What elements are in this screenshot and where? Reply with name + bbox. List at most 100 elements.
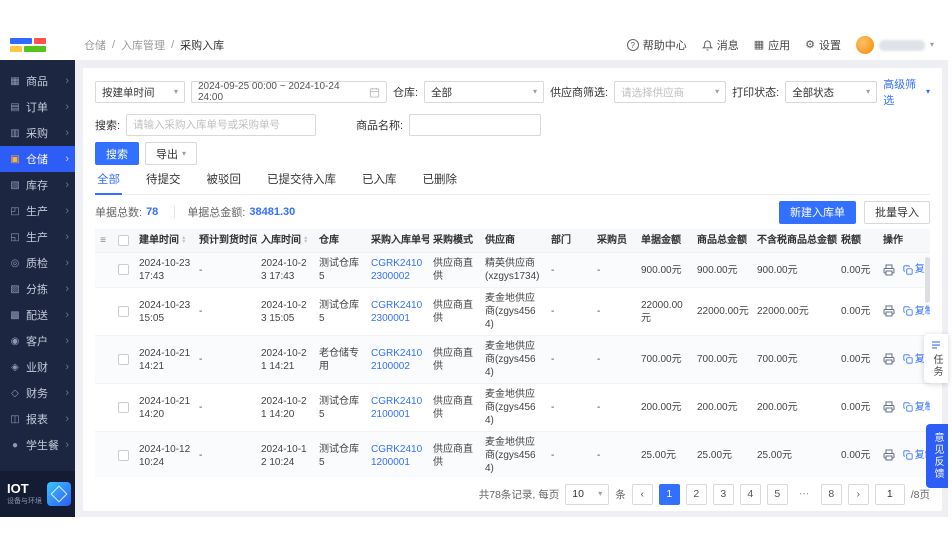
page-button[interactable]: 5 [767,484,788,505]
status-tab[interactable]: 已删除 [421,169,460,194]
page-button[interactable]: 2 [686,484,707,505]
sidebar-item[interactable]: ▣ 仓储 › [0,146,75,172]
sidebar-item[interactable]: ◎ 质检 › [0,250,75,276]
sidebar-item[interactable]: ▩ 配送 › [0,302,75,328]
page-button[interactable]: 4 [740,484,761,505]
copy-icon [903,450,913,460]
cell-warehouse: 老仓储专用 [315,336,367,384]
copy-link[interactable]: 复制 [903,305,930,318]
sidebar-item[interactable]: ▨ 分拣 › [0,276,75,302]
breadcrumb-section[interactable]: 入库管理 [121,37,165,53]
breadcrumb-module[interactable]: 仓储 [84,37,106,53]
column-header-untaxed-total: 不含税商品总金额i [753,229,837,253]
print-status-select[interactable]: 全部状态 ▾ [785,81,877,103]
chevron-right-icon: › [65,257,69,269]
column-settings-icon[interactable]: ≡ [100,235,106,246]
divider [174,206,175,218]
date-range-picker[interactable]: 2024-09-25 00:00 ~ 2024-10-24 24:00 [191,81,387,103]
select-all-checkbox[interactable] [118,235,129,246]
supplier-select[interactable]: 请选择供应商 ▾ [614,81,726,103]
sidebar-item[interactable]: ▧ 库存 › [0,172,75,198]
page-jump-input[interactable] [875,484,905,505]
sidebar-item-icon: ◱ [9,232,21,243]
sidebar-item[interactable]: ▤ 订单 › [0,94,75,120]
order-search-input[interactable] [126,114,316,136]
page-button[interactable]: ⋯ [794,484,815,505]
row-checkbox[interactable] [118,402,129,413]
cell-goods-total: 700.00元 [693,336,753,384]
settings-button[interactable]: ⚙ 设置 [805,37,841,53]
product-name-input[interactable] [409,114,541,136]
cell-untaxed-total: 900.00元 [753,253,837,288]
print-icon[interactable] [883,449,895,461]
search-label: 搜索: [95,117,120,133]
sidebar-item[interactable]: ▦ 商品 › [0,68,75,94]
cell-expected: - [195,432,257,478]
help-center-button[interactable]: ? 帮助中心 [627,37,687,53]
apps-button[interactable]: ▦ 应用 [754,37,790,53]
column-header-created[interactable]: 建单时间▲▼ [135,229,195,253]
table-row: 2024-10-21 14:21 - 2024-10-21 14:21 老仓储专… [95,336,930,384]
sidebar-item[interactable]: ● 学生餐 › [0,432,75,458]
order-number-link[interactable]: CGRK24102300002 [367,253,429,288]
row-checkbox[interactable] [118,306,129,317]
prev-page-button[interactable]: ‹ [632,484,653,505]
cell-warehouse: 测试仓库5 [315,432,367,478]
print-icon[interactable] [883,264,895,276]
advanced-filter-toggle[interactable]: 高级筛选 ▾ [883,76,930,108]
cell-untaxed-total: 22000.00元 [753,288,837,336]
page-button[interactable]: 8 [821,484,842,505]
page-button[interactable]: 1 [659,484,680,505]
messages-button[interactable]: 消息 [702,37,739,53]
row-checkbox[interactable] [118,354,129,365]
warehouse-label: 仓库: [393,84,418,100]
page-size-unit: 条 [615,487,626,502]
user-menu[interactable]: ▾ [856,36,934,54]
status-tab[interactable]: 已入库 [360,169,399,194]
create-inbound-button[interactable]: 新建入库单 [779,201,856,224]
order-number-link[interactable]: CGRK24102300001 [367,288,429,336]
status-tab[interactable]: 已提交待入库 [265,169,338,194]
column-header-expected[interactable]: 预计到货时间▲▼ [195,229,257,253]
sidebar-item[interactable]: ◰ 生产 › [0,198,75,224]
next-page-button[interactable]: › [848,484,869,505]
sidebar-item-label: 报表 [26,411,60,427]
sidebar-item[interactable]: ▥ 采购 › [0,120,75,146]
feedback-floating-tab[interactable]: 意见反馈 [926,424,948,488]
cell-inbound-time: 2024-10-23 15:05 [257,288,315,336]
sidebar-item[interactable]: ◇ 财务 › [0,380,75,406]
iot-title: IOT [7,482,42,496]
sidebar-item[interactable]: ◈ 业财 › [0,354,75,380]
sidebar-item[interactable]: ◫ 报表 › [0,406,75,432]
tasks-floating-tab[interactable]: 任务 [924,334,948,383]
chevron-right-icon: › [65,387,69,399]
print-icon[interactable] [883,353,895,365]
cell-amount: 700.00元 [637,336,693,384]
page-button[interactable]: 3 [713,484,734,505]
cell-untaxed-total: 200.00元 [753,384,837,432]
sidebar-item-label: 分拣 [26,281,60,297]
status-tab[interactable]: 待提交 [144,169,183,194]
order-number-link[interactable]: CGRK24102100002 [367,336,429,384]
warehouse-select[interactable]: 全部 ▾ [424,81,544,103]
order-number-link[interactable]: CGRK24102100001 [367,384,429,432]
cell-buyer: - [593,432,637,478]
time-type-select[interactable]: 按建单时间 ▾ [95,81,185,103]
export-button[interactable]: 导出 ▾ [145,142,197,165]
row-checkbox[interactable] [118,450,129,461]
table-scrollbar[interactable] [925,257,930,303]
status-tab[interactable]: 被驳回 [205,169,244,194]
sidebar-item[interactable]: ◉ 客户 › [0,328,75,354]
batch-import-button[interactable]: 批量导入 [864,201,930,224]
status-tab[interactable]: 全部 [95,169,122,195]
row-checkbox[interactable] [118,264,129,275]
sidebar-item[interactable]: ◱ 生产 › [0,224,75,250]
copy-link[interactable]: 复制 [903,401,930,414]
cell-supplier: 麦金地供应商(zgys4564) [481,432,547,478]
column-header-inbound-time[interactable]: 入库时间▲▼ [257,229,315,253]
print-icon[interactable] [883,401,895,413]
search-button[interactable]: 搜索 [95,142,139,165]
print-icon[interactable] [883,305,895,317]
page-size-select[interactable]: 10 ▾ [565,484,609,505]
order-number-link[interactable]: CGRK24101200001 [367,432,429,478]
